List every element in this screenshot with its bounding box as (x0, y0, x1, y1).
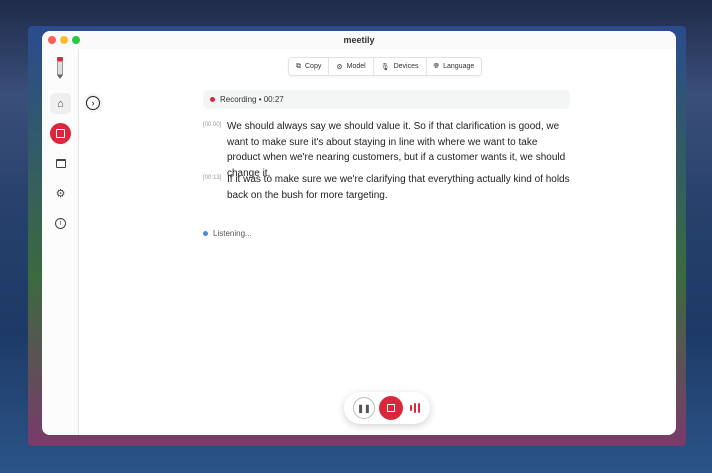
home-icon: ⌂ (57, 97, 64, 110)
transcript-segment: [00:13] If it was to make sure we we're … (203, 172, 573, 203)
sidebar-item-settings[interactable]: ⚙ (50, 183, 71, 204)
sidebar-item-recording[interactable] (50, 123, 71, 144)
model-button[interactable]: ⚙ Model (329, 58, 374, 75)
stop-button[interactable] (379, 396, 403, 420)
sidebar-item-info[interactable]: i (50, 213, 71, 234)
toolbar: ⧉ Copy ⚙ Model 🎙︎ Devices 🌐︎ Language (288, 57, 483, 76)
recording-controls: ❚❚ (344, 392, 430, 424)
devices-button[interactable]: 🎙︎ Devices (374, 58, 427, 75)
listening-indicator: Listening... (203, 229, 252, 238)
window-title: meetily (343, 35, 375, 45)
minimize-window-button[interactable] (60, 36, 68, 44)
chevron-right-icon: › (91, 98, 95, 108)
listening-dot-icon (203, 231, 208, 236)
audio-level-icon (410, 403, 420, 413)
sidebar-item-home[interactable]: ⌂ (50, 93, 71, 114)
language-button[interactable]: 🌐︎ Language (427, 58, 482, 75)
record-stop-icon (56, 129, 65, 138)
close-window-button[interactable] (48, 36, 56, 44)
gear-icon: ⚙ (336, 63, 343, 71)
globe-icon: 🌐︎ (433, 62, 440, 70)
app-logo-pencil-icon (57, 57, 63, 79)
info-icon: i (55, 218, 66, 229)
sidebar: ⌂ ⚙ i (42, 49, 79, 435)
pause-button[interactable]: ❚❚ (353, 397, 375, 419)
copy-icon: ⧉ (296, 62, 301, 70)
calendar-icon (55, 159, 66, 168)
listening-label: Listening... (213, 229, 252, 238)
sidebar-item-calendar[interactable] (50, 153, 71, 174)
pause-icon: ❚❚ (357, 403, 371, 413)
main-content: › ⧉ Copy ⚙ Model 🎙︎ Devices 🌐︎ Language Reco… (79, 49, 676, 435)
title-bar: meetily (42, 31, 676, 49)
stop-icon (387, 404, 395, 412)
recording-label: Recording • 00:27 (220, 95, 284, 104)
segment-timestamp: [00:13] (203, 175, 222, 181)
segment-text: If it was to make sure we we're clarifyi… (227, 174, 570, 201)
expand-sidebar-button[interactable]: › (86, 96, 100, 110)
copy-button[interactable]: ⧉ Copy (289, 58, 330, 75)
microphone-icon: 🎙︎ (380, 63, 390, 71)
zoom-window-button[interactable] (72, 36, 80, 44)
gear-icon: ⚙ (55, 188, 66, 200)
app-window: meetily ⌂ ⚙ i › ⧉ Copy ⚙ Model 🎙︎ Devices 🌐… (42, 31, 676, 435)
recording-status-bar: Recording • 00:27 (203, 90, 570, 109)
recording-dot-icon (210, 97, 215, 102)
